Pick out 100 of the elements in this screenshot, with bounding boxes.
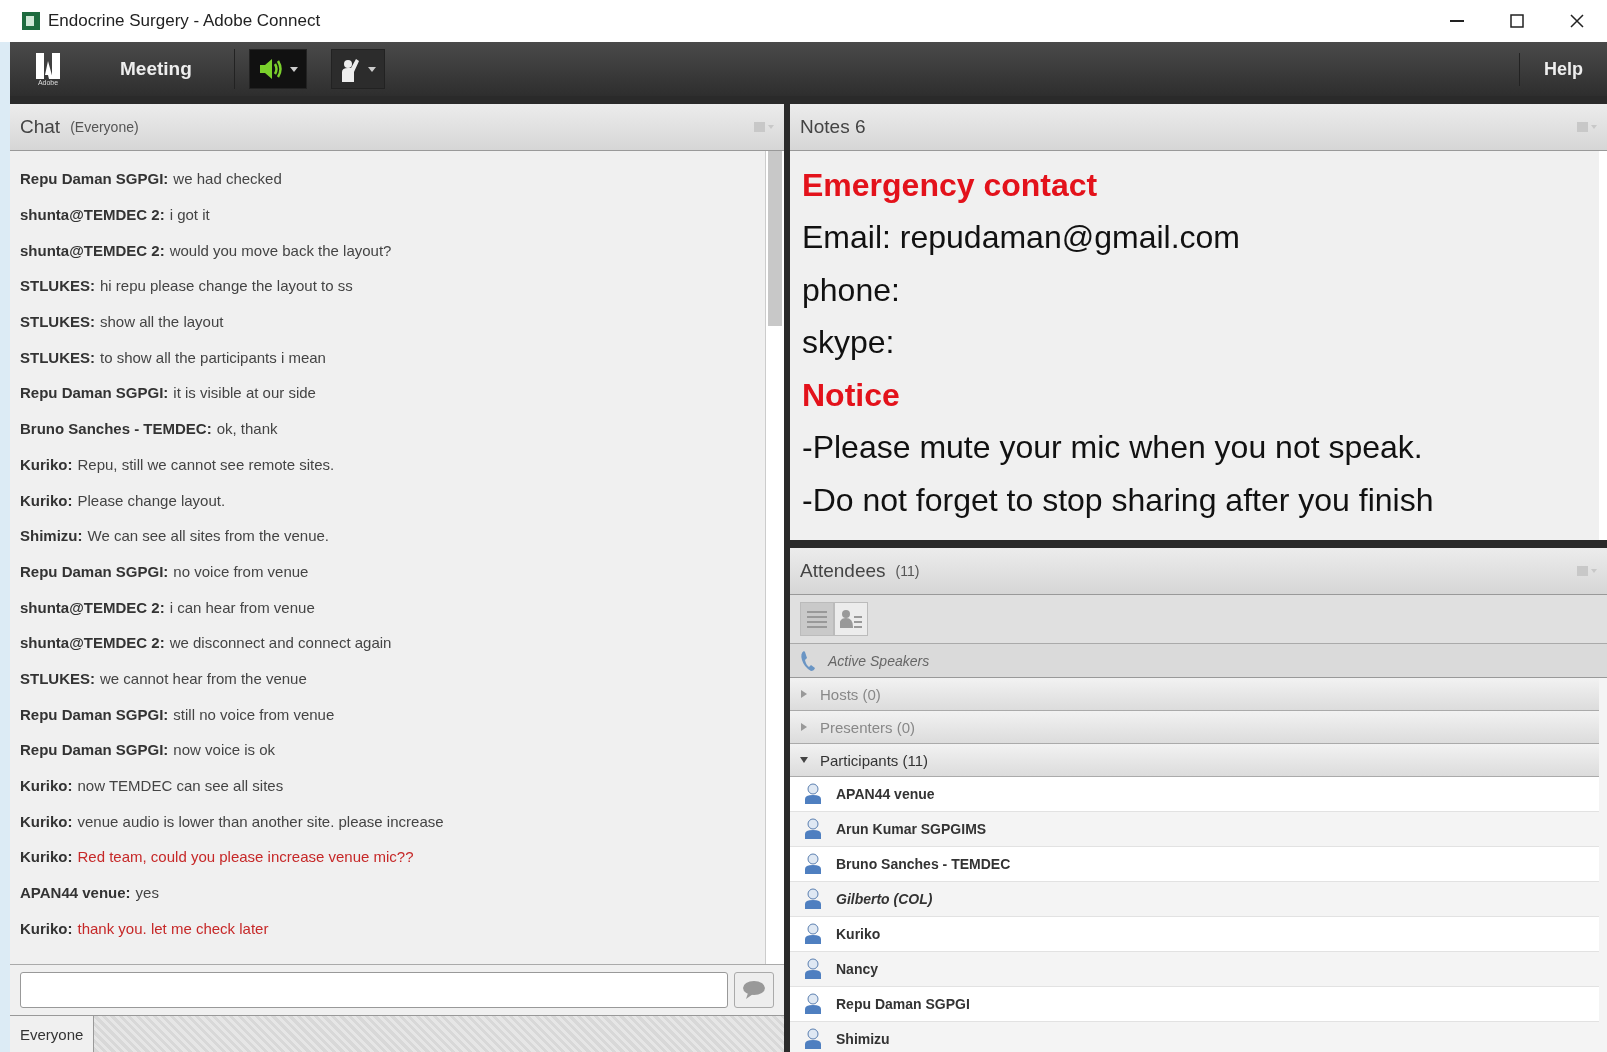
- chat-sender: Kuriko:: [20, 848, 73, 866]
- chat-message: we disconnect and connect again: [169, 634, 392, 652]
- participant-name[interactable]: Kuriko: [836, 926, 881, 942]
- note-line: -Do not forget to stop sharing after you finish: [802, 480, 1435, 520]
- help-menu[interactable]: Help: [1519, 52, 1607, 86]
- scrollbar[interactable]: [765, 151, 784, 964]
- chat-sender: Repu Daman SGPGI:: [20, 741, 169, 759]
- chat-message: hi repu please change the layout to ss: [100, 277, 353, 295]
- list-view-button[interactable]: [800, 602, 834, 636]
- user-icon: [804, 1028, 822, 1050]
- note-line: Email: repudaman@gmail.com: [802, 218, 1241, 258]
- chat-input[interactable]: [20, 972, 728, 1008]
- chat-scope: (Everyone): [70, 119, 139, 135]
- user-icon: [804, 958, 822, 980]
- participant-name[interactable]: Arun Kumar SGPGIMS: [836, 821, 987, 837]
- user-icon: [804, 993, 822, 1015]
- chat-message: we had checked: [173, 170, 282, 188]
- panel-title: Notes 6: [800, 116, 866, 138]
- caret-icon: [367, 66, 376, 72]
- chat-sender: STLUKES:: [20, 313, 95, 331]
- chat-sender: Bruno Sanches - TEMDEC:: [20, 420, 212, 438]
- participant-name[interactable]: Gilberto (COL): [836, 891, 933, 907]
- user-icon: [804, 853, 822, 875]
- raise-hand-button[interactable]: [330, 49, 385, 89]
- pod-menu-icon[interactable]: [754, 121, 774, 133]
- close-icon: [1570, 14, 1584, 28]
- chat-message: Repu, still we cannot see remote sites.: [77, 455, 335, 473]
- chat-message: i can hear from venue: [169, 598, 315, 616]
- chat-sender: Repu Daman SGPGI:: [20, 562, 169, 580]
- note-line: phone:: [802, 270, 901, 310]
- chat-message: show all the layout: [100, 313, 224, 331]
- panel-title: Chat: [20, 116, 61, 138]
- user-icon: [804, 783, 822, 805]
- participant-name[interactable]: APAN44 venue: [836, 786, 935, 802]
- chat-sender: Shimizu:: [20, 527, 83, 545]
- caret-icon: [289, 66, 298, 72]
- meeting-menu[interactable]: Meeting: [114, 54, 198, 84]
- chat-message: would you move back the layout?: [169, 241, 392, 259]
- chat-message: We can see all sites from the venue.: [87, 527, 329, 545]
- expand-triangle-icon: [800, 690, 808, 698]
- chat-sender: STLUKES:: [20, 277, 95, 295]
- panel-title: Attendees: [800, 560, 886, 582]
- send-button[interactable]: [734, 972, 774, 1008]
- chat-sender: shunta@TEMDEC 2:: [20, 241, 165, 259]
- chat-sender: STLUKES:: [20, 348, 95, 366]
- chat-message: no voice from venue: [173, 562, 309, 580]
- chat-message: now voice is ok: [173, 741, 276, 759]
- minimize-icon: [1450, 20, 1464, 22]
- chat-sender: shunta@TEMDEC 2:: [20, 206, 165, 224]
- pod-menu-icon[interactable]: [1577, 565, 1597, 577]
- pod-menu-icon[interactable]: [1577, 121, 1597, 133]
- speaker-icon: [257, 57, 284, 81]
- chat-sender: Repu Daman SGPGI:: [20, 170, 169, 188]
- chat-message: to show all the participants i mean: [100, 348, 326, 366]
- card-view-button[interactable]: [834, 602, 868, 636]
- chat-message: it is visible at our side: [173, 384, 316, 402]
- chat-message: now TEMDEC can see all sites: [77, 777, 284, 795]
- chat-message: still no voice from venue: [173, 705, 335, 723]
- raised-hand-icon: [339, 56, 362, 82]
- participant-name[interactable]: Bruno Sanches - TEMDEC: [836, 856, 1011, 872]
- chat-message: yes: [135, 884, 159, 902]
- note-heading: Emergency contact: [802, 165, 1099, 205]
- chat-sender: APAN44 venue:: [20, 884, 131, 902]
- chat-message: we cannot hear from the venue: [100, 669, 307, 687]
- participant-name[interactable]: Repu Daman SGPGI: [836, 996, 970, 1012]
- chat-sender: Repu Daman SGPGI:: [20, 705, 169, 723]
- user-icon: [804, 888, 822, 910]
- note-line: -Please mute your mic when you not speak.: [802, 428, 1424, 468]
- chat-sender: Kuriko:: [20, 491, 73, 509]
- speaker-button[interactable]: [248, 49, 307, 89]
- participant-name[interactable]: Nancy: [836, 961, 879, 977]
- note-heading: Notice: [802, 375, 901, 415]
- active-speakers-label: Active Speakers: [828, 652, 930, 669]
- chat-message: thank you. let me check later: [77, 919, 269, 937]
- maximize-icon: [1510, 14, 1524, 28]
- user-icon: [804, 818, 822, 840]
- window-title: Endocrine Surgery - Adobe Connect: [48, 11, 321, 31]
- chat-sender: Kuriko:: [20, 812, 73, 830]
- speech-bubble-icon: [742, 980, 766, 1000]
- chat-message: ok, thank: [216, 420, 278, 438]
- chat-sender: Kuriko:: [20, 777, 73, 795]
- chat-sender: STLUKES:: [20, 669, 95, 687]
- app-icon: [22, 12, 40, 30]
- user-icon: [804, 923, 822, 945]
- chat-message: Please change layout.: [77, 491, 226, 509]
- recipient-tab[interactable]: Everyone: [10, 1016, 95, 1052]
- chat-sender: shunta@TEMDEC 2:: [20, 634, 165, 652]
- chat-sender: Kuriko:: [20, 455, 73, 473]
- participant-name[interactable]: Shimizu: [836, 1031, 890, 1047]
- chat-message: Red team, could you please increase venue mic??: [77, 848, 414, 866]
- expand-triangle-icon: [800, 723, 808, 731]
- chat-sender: shunta@TEMDEC 2:: [20, 598, 165, 616]
- list-icon: [807, 610, 827, 628]
- person-card-icon: [840, 609, 862, 629]
- chat-sender: Kuriko:: [20, 919, 73, 937]
- chat-sender: Repu Daman SGPGI:: [20, 384, 169, 402]
- attendee-count: (11): [895, 563, 920, 579]
- chat-message: venue audio is lower than another site. please increase: [77, 812, 444, 830]
- expand-triangle-icon: [800, 756, 808, 764]
- chat-message: i got it: [169, 206, 210, 224]
